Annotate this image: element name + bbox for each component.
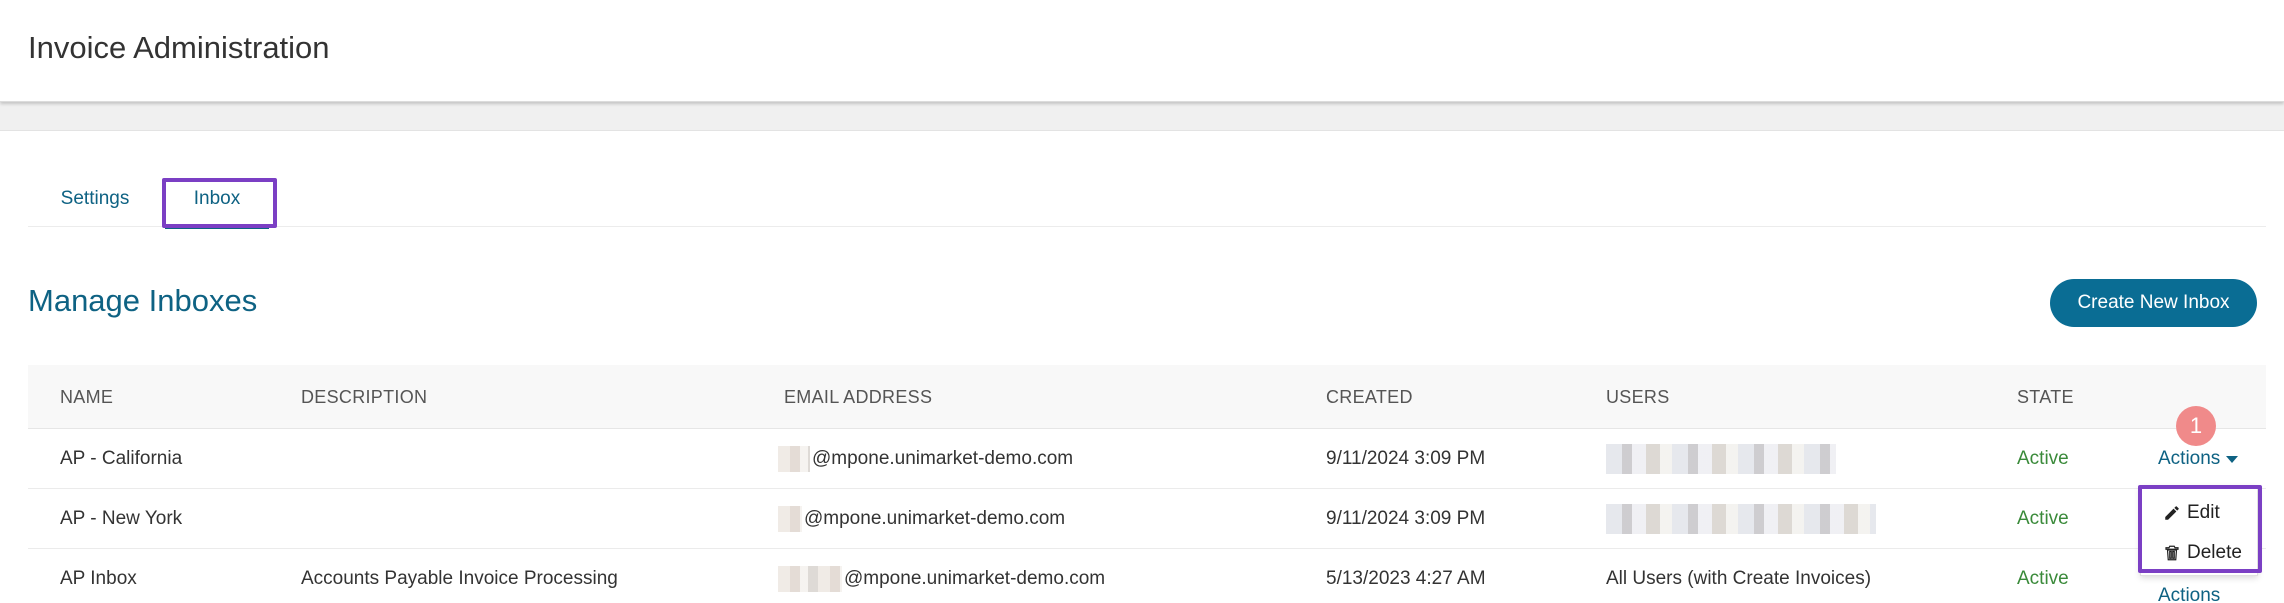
email-domain: @mpone.unimarket-demo.com: [844, 568, 1106, 589]
tab-settings-label: Settings: [60, 188, 130, 209]
tab-inbox-label: Inbox: [193, 188, 241, 209]
inbox-state: Active: [2017, 508, 2069, 529]
inbox-created: 5/13/2023 4:27 AM: [1326, 568, 1486, 589]
tab-settings[interactable]: Settings: [28, 171, 162, 227]
menu-item-edit[interactable]: Edit: [2163, 495, 2220, 531]
step-badge: 1: [2176, 406, 2216, 446]
edit-label: Edit: [2187, 502, 2220, 523]
inbox-email: @mpone.unimarket-demo.com: [778, 429, 1073, 489]
column-header-state[interactable]: STATE: [2017, 365, 2074, 429]
inbox-description: Accounts Payable Invoice Processing: [301, 568, 618, 589]
inbox-users: [1606, 489, 1876, 549]
create-new-inbox-button[interactable]: Create New Inbox: [2050, 279, 2257, 327]
redacted-users: [1606, 504, 1876, 534]
inbox-name: AP - California: [60, 448, 183, 469]
inbox-state: Active: [2017, 568, 2069, 589]
column-header-name[interactable]: NAME: [60, 365, 113, 429]
column-header-email[interactable]: EMAIL ADDRESS: [784, 365, 932, 429]
actions-label: Actions: [2158, 448, 2221, 469]
table-row: AP Inbox Accounts Payable Invoice Proces…: [28, 549, 2266, 603]
column-header-created[interactable]: CREATED: [1326, 365, 1413, 429]
row-actions-obscured[interactable]: Actions: [2158, 585, 2220, 603]
table-row: AP - California @mpone.unimarket-demo.co…: [28, 429, 2266, 489]
actions-menu: Edit Delete: [2140, 486, 2258, 576]
menu-item-delete[interactable]: Delete: [2163, 535, 2242, 571]
actions-dropdown-toggle[interactable]: Actions: [2158, 448, 2239, 470]
table-row: AP - New York @mpone.unimarket-demo.com …: [28, 489, 2266, 549]
inbox-name: AP - New York: [60, 508, 183, 529]
caret-down-icon: [2226, 455, 2239, 463]
pencil-icon: [2165, 506, 2179, 520]
redacted-users: [1606, 444, 1836, 474]
section-title: Manage Inboxes: [28, 283, 258, 318]
inbox-created: 9/11/2024 3:09 PM: [1326, 448, 1486, 469]
tab-inbox[interactable]: Inbox: [163, 171, 271, 229]
column-header-users[interactable]: USERS: [1606, 365, 1670, 429]
inbox-state: Active: [2017, 448, 2069, 469]
page-header: Invoice Administration: [0, 0, 2284, 102]
inbox-panel: Settings Inbox Manage Inboxes Create New…: [0, 130, 2284, 603]
redacted-email-prefix: [778, 566, 842, 592]
inbox-users: [1606, 429, 1836, 489]
active-tab-indicator: [165, 226, 269, 229]
email-domain: @mpone.unimarket-demo.com: [804, 508, 1066, 529]
inbox-created: 9/11/2024 3:09 PM: [1326, 508, 1486, 529]
inbox-email: @mpone.unimarket-demo.com: [778, 549, 1105, 603]
redacted-email-prefix: [778, 446, 810, 472]
tab-bar: Settings Inbox: [28, 171, 2266, 229]
email-domain: @mpone.unimarket-demo.com: [812, 448, 1074, 469]
table-header: NAME DESCRIPTION EMAIL ADDRESS CREATED U…: [28, 365, 2266, 429]
column-header-description[interactable]: DESCRIPTION: [301, 365, 427, 429]
inbox-users: All Users (with Create Invoices): [1606, 568, 1872, 589]
inbox-email: @mpone.unimarket-demo.com: [778, 489, 1065, 549]
delete-label: Delete: [2187, 542, 2242, 563]
page-title: Invoice Administration: [28, 30, 330, 65]
redacted-email-prefix: [778, 506, 802, 532]
trash-icon: [2165, 545, 2179, 561]
inbox-name: AP Inbox: [60, 568, 137, 589]
inboxes-table: NAME DESCRIPTION EMAIL ADDRESS CREATED U…: [28, 365, 2266, 603]
